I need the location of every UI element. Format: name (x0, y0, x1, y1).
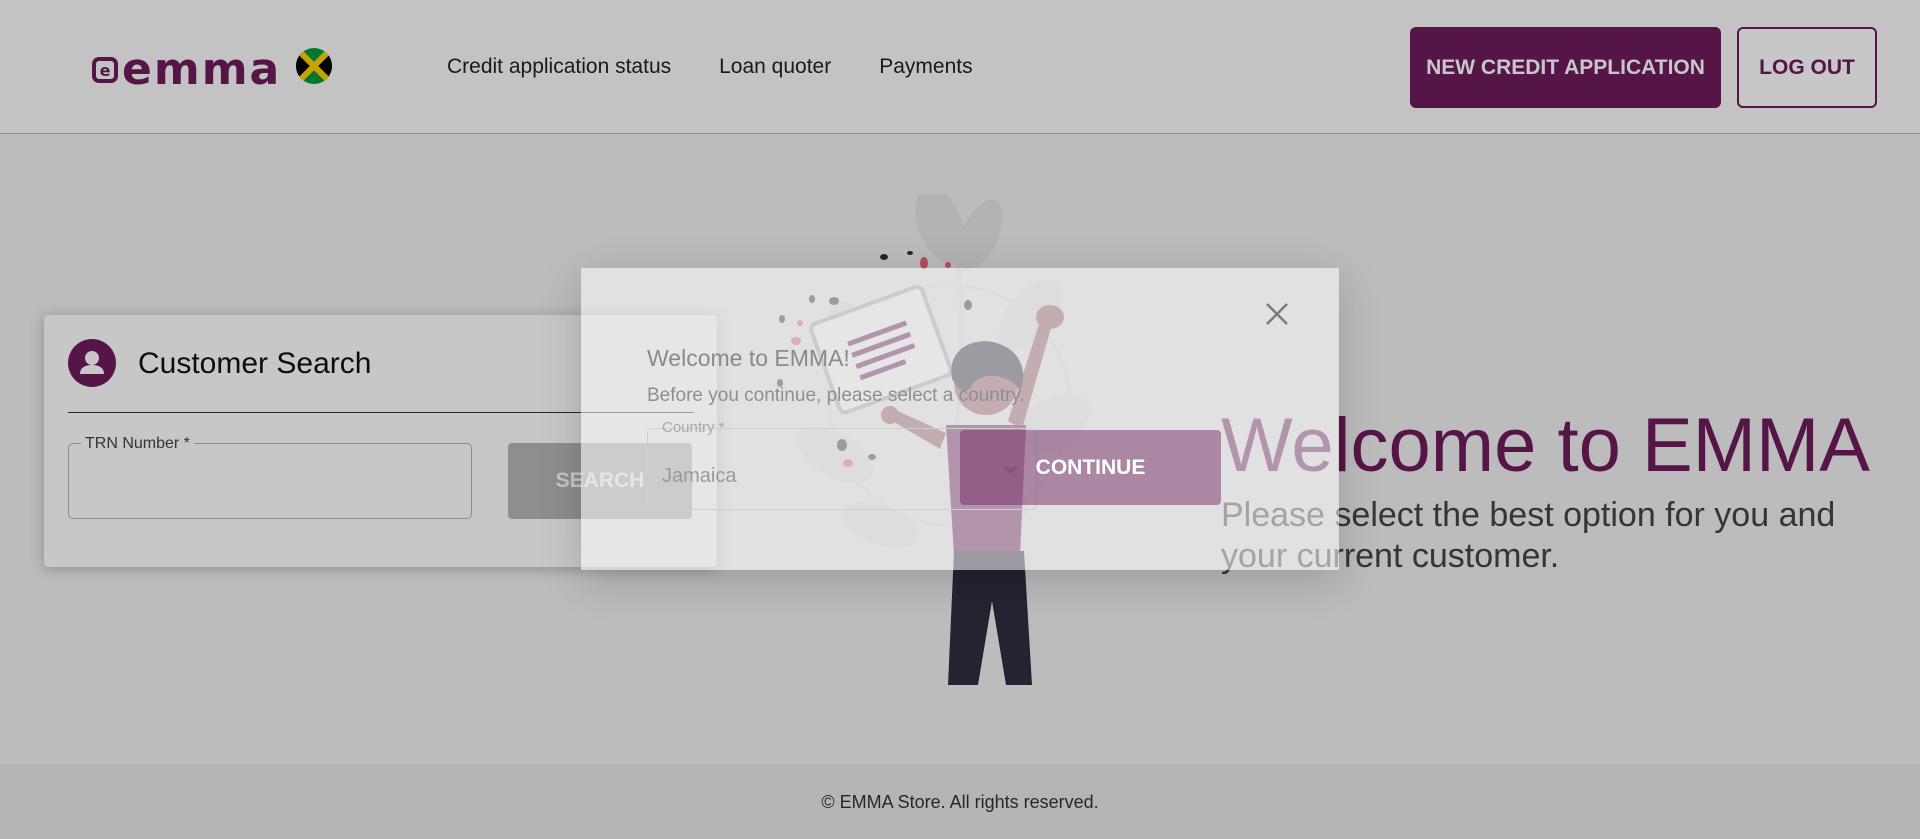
country-value: Jamaica (662, 465, 737, 487)
close-icon[interactable] (1259, 296, 1295, 332)
country-select-dialog: Welcome to EMMA! Before you continue, pl… (581, 268, 1339, 570)
dialog-subtitle: Before you continue, please select a cou… (647, 385, 1025, 406)
continue-button[interactable]: CONTINUE (960, 430, 1221, 505)
dialog-title: Welcome to EMMA! (647, 345, 850, 371)
country-label: Country * (662, 419, 725, 436)
